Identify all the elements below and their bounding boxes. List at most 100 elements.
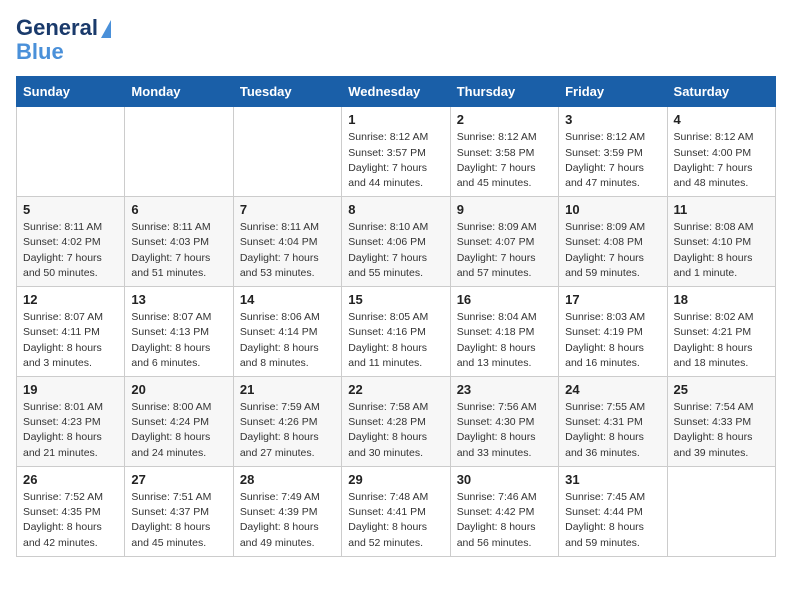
col-header-saturday: Saturday [667,77,775,107]
calendar-cell [125,107,233,197]
calendar-cell: 31Sunrise: 7:45 AMSunset: 4:44 PMDayligh… [559,466,667,556]
calendar-cell [667,466,775,556]
calendar-cell: 10Sunrise: 8:09 AMSunset: 4:08 PMDayligh… [559,197,667,287]
day-info: Sunrise: 7:59 AMSunset: 4:26 PMDaylight:… [240,400,335,461]
day-info: Sunrise: 7:48 AMSunset: 4:41 PMDaylight:… [348,490,443,551]
day-number: 15 [348,292,443,307]
calendar-cell: 16 Sunrise: 8:04 AMSunset: 4:18 PMDayligh… [450,287,558,377]
day-info: Sunrise: 8:11 AMSunset: 4:03 PMDaylight:… [131,220,226,281]
day-number: 28 [240,472,335,487]
calendar-cell: 21 Sunrise: 7:59 AMSunset: 4:26 PMDayligh… [233,377,341,467]
day-info: Sunrise: 8:09 AMSunset: 4:08 PMDaylight:… [565,220,660,281]
day-number: 22 [348,382,443,397]
day-number: 1 [348,112,443,127]
calendar-cell: 19 Sunrise: 8:01 AMSunset: 4:23 PMDayligh… [17,377,125,467]
day-info: Sunrise: 8:03 AMSunset: 4:19 PMDaylight:… [565,310,660,371]
day-number: 12 [23,292,118,307]
day-number: 19 [23,382,118,397]
day-info: Sunrise: 7:58 AMSunset: 4:28 PMDaylight:… [348,400,443,461]
day-number: 13 [131,292,226,307]
calendar-cell: 6 Sunrise: 8:11 AMSunset: 4:03 PMDaylight… [125,197,233,287]
day-number: 2 [457,112,552,127]
day-info: Sunrise: 7:56 AMSunset: 4:30 PMDaylight:… [457,400,552,461]
day-info: Sunrise: 8:12 AMSunset: 4:00 PMDaylight:… [674,130,769,191]
calendar-cell: 3 Sunrise: 8:12 AMSunset: 3:59 PMDaylight… [559,107,667,197]
day-info: Sunrise: 7:46 AMSunset: 4:42 PMDaylight:… [457,490,552,551]
day-info: Sunrise: 8:02 AMSunset: 4:21 PMDaylight:… [674,310,769,371]
calendar-week-2: 5 Sunrise: 8:11 AMSunset: 4:02 PMDaylight… [17,197,776,287]
day-number: 24 [565,382,660,397]
day-number: 5 [23,202,118,217]
calendar-cell: 18 Sunrise: 8:02 AMSunset: 4:21 PMDayligh… [667,287,775,377]
col-header-friday: Friday [559,77,667,107]
logo-text-line1: General [16,16,98,40]
day-number: 25 [674,382,769,397]
page-header: General Blue [16,16,776,64]
logo-text-line2: Blue [16,40,64,64]
day-number: 18 [674,292,769,307]
day-info: Sunrise: 7:49 AMSunset: 4:39 PMDaylight:… [240,490,335,551]
calendar-cell: 30Sunrise: 7:46 AMSunset: 4:42 PMDayligh… [450,466,558,556]
day-number: 26 [23,472,118,487]
day-info: Sunrise: 7:54 AMSunset: 4:33 PMDaylight:… [674,400,769,461]
calendar-cell: 9Sunrise: 8:09 AMSunset: 4:07 PMDaylight… [450,197,558,287]
day-number: 23 [457,382,552,397]
day-number: 31 [565,472,660,487]
day-number: 7 [240,202,335,217]
calendar-cell: 5 Sunrise: 8:11 AMSunset: 4:02 PMDaylight… [17,197,125,287]
calendar-cell: 13 Sunrise: 8:07 AMSunset: 4:13 PMDayligh… [125,287,233,377]
calendar-cell: 29Sunrise: 7:48 AMSunset: 4:41 PMDayligh… [342,466,450,556]
day-number: 21 [240,382,335,397]
day-info: Sunrise: 8:07 AMSunset: 4:11 PMDaylight:… [23,310,118,371]
day-number: 16 [457,292,552,307]
day-info: Sunrise: 8:11 AMSunset: 4:02 PMDaylight:… [23,220,118,281]
col-header-thursday: Thursday [450,77,558,107]
calendar-cell: 2 Sunrise: 8:12 AMSunset: 3:58 PMDaylight… [450,107,558,197]
day-number: 14 [240,292,335,307]
day-info: Sunrise: 8:11 AMSunset: 4:04 PMDaylight:… [240,220,335,281]
col-header-monday: Monday [125,77,233,107]
calendar-cell [233,107,341,197]
day-info: Sunrise: 8:10 AMSunset: 4:06 PMDaylight:… [348,220,443,281]
day-info: Sunrise: 8:08 AMSunset: 4:10 PMDaylight:… [674,220,769,281]
day-number: 3 [565,112,660,127]
calendar-header-row: SundayMondayTuesdayWednesdayThursdayFrid… [17,77,776,107]
day-number: 17 [565,292,660,307]
col-header-wednesday: Wednesday [342,77,450,107]
day-info: Sunrise: 8:09 AMSunset: 4:07 PMDaylight:… [457,220,552,281]
calendar-cell: 20 Sunrise: 8:00 AMSunset: 4:24 PMDayligh… [125,377,233,467]
calendar-cell: 14Sunrise: 8:06 AMSunset: 4:14 PMDayligh… [233,287,341,377]
day-info: Sunrise: 8:04 AMSunset: 4:18 PMDaylight:… [457,310,552,371]
day-number: 20 [131,382,226,397]
calendar-cell: 22 Sunrise: 7:58 AMSunset: 4:28 PMDayligh… [342,377,450,467]
calendar-cell: 27 Sunrise: 7:51 AMSunset: 4:37 PMDayligh… [125,466,233,556]
day-info: Sunrise: 8:07 AMSunset: 4:13 PMDaylight:… [131,310,226,371]
calendar: SundayMondayTuesdayWednesdayThursdayFrid… [16,76,776,556]
calendar-cell: 7 Sunrise: 8:11 AMSunset: 4:04 PMDaylight… [233,197,341,287]
day-info: Sunrise: 7:51 AMSunset: 4:37 PMDaylight:… [131,490,226,551]
logo-icon [101,20,111,38]
day-info: Sunrise: 8:12 AMSunset: 3:57 PMDaylight:… [348,130,443,191]
calendar-cell: 24Sunrise: 7:55 AMSunset: 4:31 PMDayligh… [559,377,667,467]
day-number: 4 [674,112,769,127]
calendar-cell: 23 Sunrise: 7:56 AMSunset: 4:30 PMDayligh… [450,377,558,467]
day-info: Sunrise: 8:12 AMSunset: 3:58 PMDaylight:… [457,130,552,191]
day-info: Sunrise: 7:52 AMSunset: 4:35 PMDaylight:… [23,490,118,551]
day-number: 8 [348,202,443,217]
calendar-week-3: 12 Sunrise: 8:07 AMSunset: 4:11 PMDayligh… [17,287,776,377]
calendar-cell: 12 Sunrise: 8:07 AMSunset: 4:11 PMDayligh… [17,287,125,377]
calendar-week-1: 1 Sunrise: 8:12 AMSunset: 3:57 PMDaylight… [17,107,776,197]
calendar-cell [17,107,125,197]
day-number: 6 [131,202,226,217]
calendar-cell: 25 Sunrise: 7:54 AMSunset: 4:33 PMDayligh… [667,377,775,467]
calendar-cell: 15 Sunrise: 8:05 AMSunset: 4:16 PMDayligh… [342,287,450,377]
day-info: Sunrise: 8:05 AMSunset: 4:16 PMDaylight:… [348,310,443,371]
calendar-week-4: 19 Sunrise: 8:01 AMSunset: 4:23 PMDayligh… [17,377,776,467]
calendar-cell: 17 Sunrise: 8:03 AMSunset: 4:19 PMDayligh… [559,287,667,377]
calendar-cell: 26 Sunrise: 7:52 AMSunset: 4:35 PMDayligh… [17,466,125,556]
day-number: 11 [674,202,769,217]
day-info: Sunrise: 8:01 AMSunset: 4:23 PMDaylight:… [23,400,118,461]
day-number: 27 [131,472,226,487]
day-info: Sunrise: 8:00 AMSunset: 4:24 PMDaylight:… [131,400,226,461]
day-info: Sunrise: 8:12 AMSunset: 3:59 PMDaylight:… [565,130,660,191]
